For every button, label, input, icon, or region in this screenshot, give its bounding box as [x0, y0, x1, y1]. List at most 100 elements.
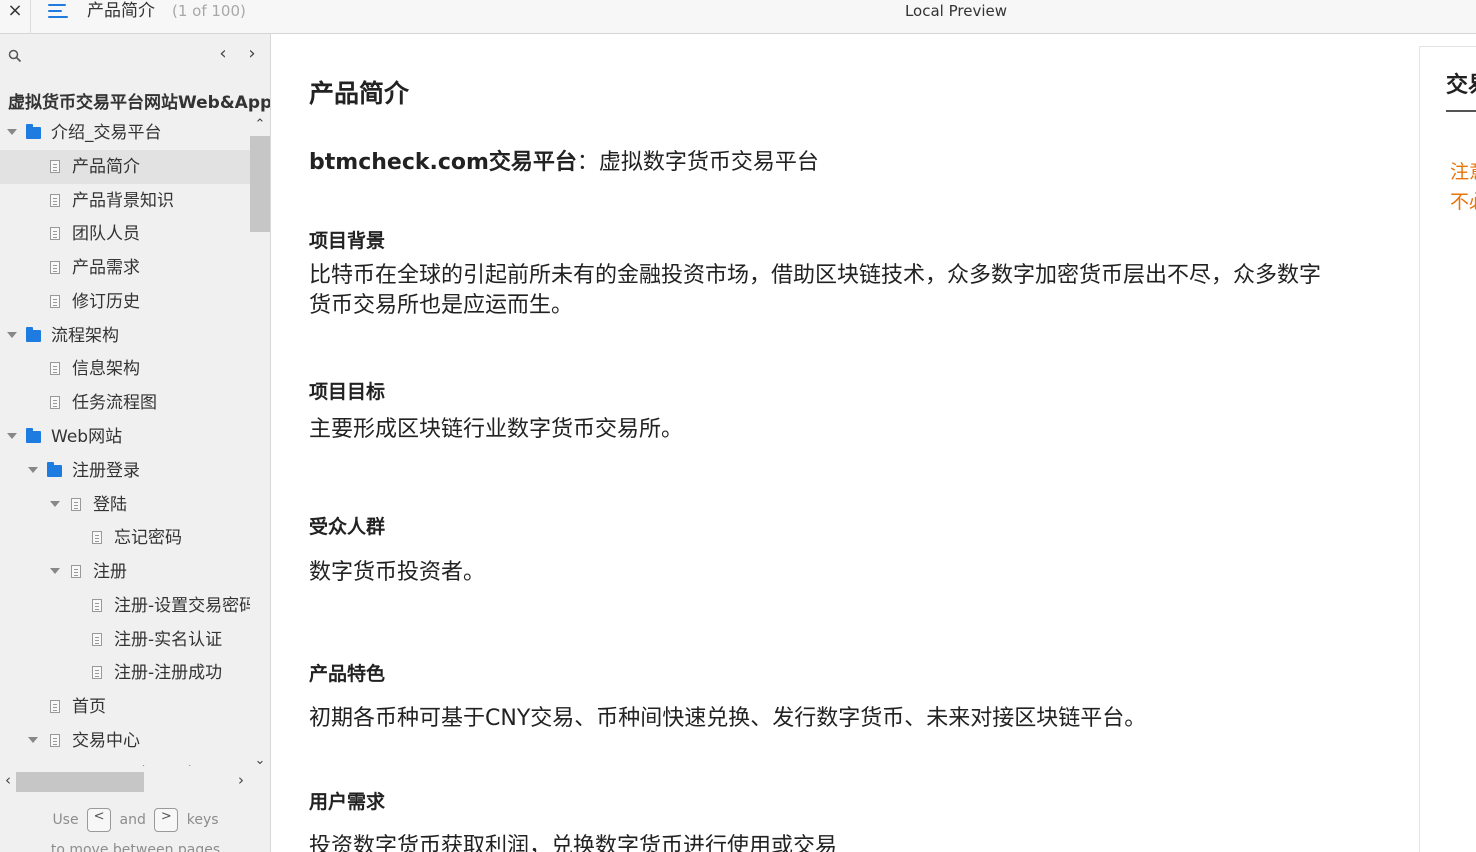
- lead-bold: btmcheck.com交易平台: [309, 150, 577, 175]
- tree-item-label: 注册-设置交易密码: [114, 596, 250, 616]
- tree-item-label: Web网站: [51, 427, 123, 447]
- close-button[interactable]: ×: [0, 0, 30, 24]
- tree-item-label: 介绍_交易平台: [51, 123, 162, 143]
- page-count: (1 of 100): [172, 2, 246, 20]
- tree-item-folder[interactable]: 介绍_交易平台: [0, 116, 250, 150]
- hint-and: and: [119, 812, 146, 828]
- tree-item-page[interactable]: 修订历史: [0, 285, 250, 319]
- tree-item-page[interactable]: 团队人员: [0, 217, 250, 251]
- lead-rest: ：虚拟数字货币交易平台: [576, 150, 819, 175]
- tree-item-page[interactable]: 产品需求: [0, 251, 250, 285]
- tree-item-folder[interactable]: 流程架构: [0, 319, 250, 353]
- caret-down-icon[interactable]: [50, 501, 60, 507]
- prev-key-icon: <: [87, 808, 112, 832]
- caret-down-icon[interactable]: [50, 568, 60, 574]
- vertical-scroll-thumb[interactable]: [250, 136, 270, 232]
- section-heading: 项目背景: [309, 230, 386, 252]
- folder-icon: [26, 428, 41, 443]
- tree-item-page[interactable]: 首页: [0, 690, 250, 724]
- tree-item-label: 任务流程图: [72, 393, 157, 413]
- project-name: 虚拟货币交易平台网站Web&App: [8, 93, 271, 113]
- page-icon: [50, 295, 60, 308]
- tree-item-label: 登陆: [93, 495, 127, 515]
- caret-down-icon[interactable]: [7, 129, 17, 135]
- horizontal-scroll-thumb[interactable]: [16, 772, 144, 792]
- tree-item-label: 修订历史: [72, 292, 140, 312]
- tree-item-page[interactable]: 登陆: [0, 488, 250, 522]
- hint-keys: keys: [186, 812, 219, 828]
- search-icon[interactable]: [8, 49, 22, 63]
- tree-item-folder[interactable]: Web网站: [0, 420, 250, 454]
- tree-item-label: 产品简介: [72, 157, 140, 177]
- page-icon: [92, 531, 102, 544]
- tree-item-label: 注册-注册成功: [114, 663, 223, 683]
- section-heading: 项目目标: [309, 381, 386, 403]
- page-content: 产品简介 btmcheck.com交易平台：虚拟数字货币交易平台 项目背景 比特…: [271, 34, 1419, 852]
- tree-item-label: 忘记密码: [114, 528, 182, 548]
- right-panel-note: 不必: [1450, 191, 1476, 213]
- tree-item-label: 注册登录: [72, 461, 140, 481]
- tree-item-label: 流程架构: [51, 326, 119, 346]
- tree-item-label: NEO对CNY交易: [93, 758, 216, 766]
- page-icon: [50, 734, 60, 747]
- right-panel: 交易 注意 不必: [1419, 46, 1476, 852]
- tree-item-label: 交易中心: [72, 731, 140, 751]
- tree-item-page[interactable]: 忘记密码: [0, 521, 250, 555]
- page-icon: [92, 633, 102, 646]
- right-panel-title: 交易: [1446, 73, 1476, 98]
- tree-item-label: 产品背景知识: [72, 191, 174, 211]
- tree-item-label: 首页: [72, 697, 106, 717]
- next-key-icon: >: [154, 808, 179, 832]
- tree-item-page[interactable]: 交易中心: [0, 724, 250, 758]
- page-icon: [50, 700, 60, 713]
- page-icon: [71, 565, 81, 578]
- toolbar-divider: [30, 0, 31, 34]
- tree-item-label: 团队人员: [72, 224, 140, 244]
- tree-item-label: 注册: [93, 562, 127, 582]
- scroll-left-icon[interactable]: ‹: [0, 770, 16, 790]
- tree-item-page-selected[interactable]: 产品简介: [0, 150, 250, 184]
- section-heading: 受众人群: [309, 516, 386, 538]
- page-icon: [50, 160, 60, 173]
- section-body: 比特币在全球的引起前所未有的金融投资市场，借助区块链技术，众多数字加密货币层出不…: [309, 263, 1322, 318]
- folder-icon: [26, 327, 41, 342]
- section-body: 投资数字货币获取利润，兑换数字货币进行使用或交易: [309, 834, 838, 852]
- lead-line: btmcheck.com交易平台：虚拟数字货币交易平台: [309, 144, 819, 176]
- tree-item-page[interactable]: 注册-实名认证: [0, 623, 250, 657]
- scroll-up-icon[interactable]: ⌃: [250, 116, 270, 134]
- caret-down-icon[interactable]: [28, 737, 38, 743]
- right-panel-note: 注意: [1450, 161, 1476, 183]
- section-body: 初期各币种可基于CNY交易、币种间快速兑换、发行数字货币、未来对接区块链平台。: [309, 706, 1147, 731]
- hint-use: Use: [52, 812, 79, 828]
- tree-item-page[interactable]: 注册-设置交易密码: [0, 589, 250, 623]
- tree-item-page[interactable]: NEO对CNY交易: [0, 758, 250, 766]
- scroll-down-icon[interactable]: ⌄: [250, 752, 270, 770]
- tree-item-page[interactable]: 信息架构: [0, 352, 250, 386]
- section-body: 主要形成区块链行业数字货币交易所。: [309, 417, 684, 442]
- tree-item-page[interactable]: 注册-注册成功: [0, 656, 250, 690]
- tree-item-page[interactable]: 任务流程图: [0, 386, 250, 420]
- tree-item-label: 信息架构: [72, 359, 140, 379]
- page-icon: [50, 227, 60, 240]
- caret-down-icon[interactable]: [7, 433, 17, 439]
- previous-page-button[interactable]: ‹: [214, 44, 232, 66]
- section-body: 数字货币投资者。: [309, 560, 486, 585]
- section-heading: 产品特色: [309, 663, 386, 685]
- scroll-right-icon[interactable]: ›: [233, 770, 249, 790]
- tree-item-label: 注册-实名认证: [114, 630, 223, 650]
- page-icon: [50, 261, 60, 274]
- next-page-button[interactable]: ›: [243, 44, 261, 66]
- sitemap-menu-icon[interactable]: [48, 2, 70, 22]
- page-icon: [92, 599, 102, 612]
- page-title: 产品简介: [87, 1, 155, 21]
- tree-item-page[interactable]: 注册: [0, 555, 250, 589]
- page-icon: [50, 194, 60, 207]
- sidebar: ‹ › 虚拟货币交易平台网站Web&App 介绍_交易平台 产品简介 产品背景知…: [0, 34, 271, 852]
- tree-item-folder[interactable]: 注册登录: [0, 454, 250, 488]
- section-heading: 用户需求: [309, 791, 386, 813]
- caret-down-icon[interactable]: [28, 467, 38, 473]
- tree-item-page[interactable]: 产品背景知识: [0, 184, 250, 218]
- caret-down-icon[interactable]: [7, 332, 17, 338]
- page-icon: [50, 396, 60, 409]
- keyboard-hint-line2: to move between pages: [50, 842, 221, 852]
